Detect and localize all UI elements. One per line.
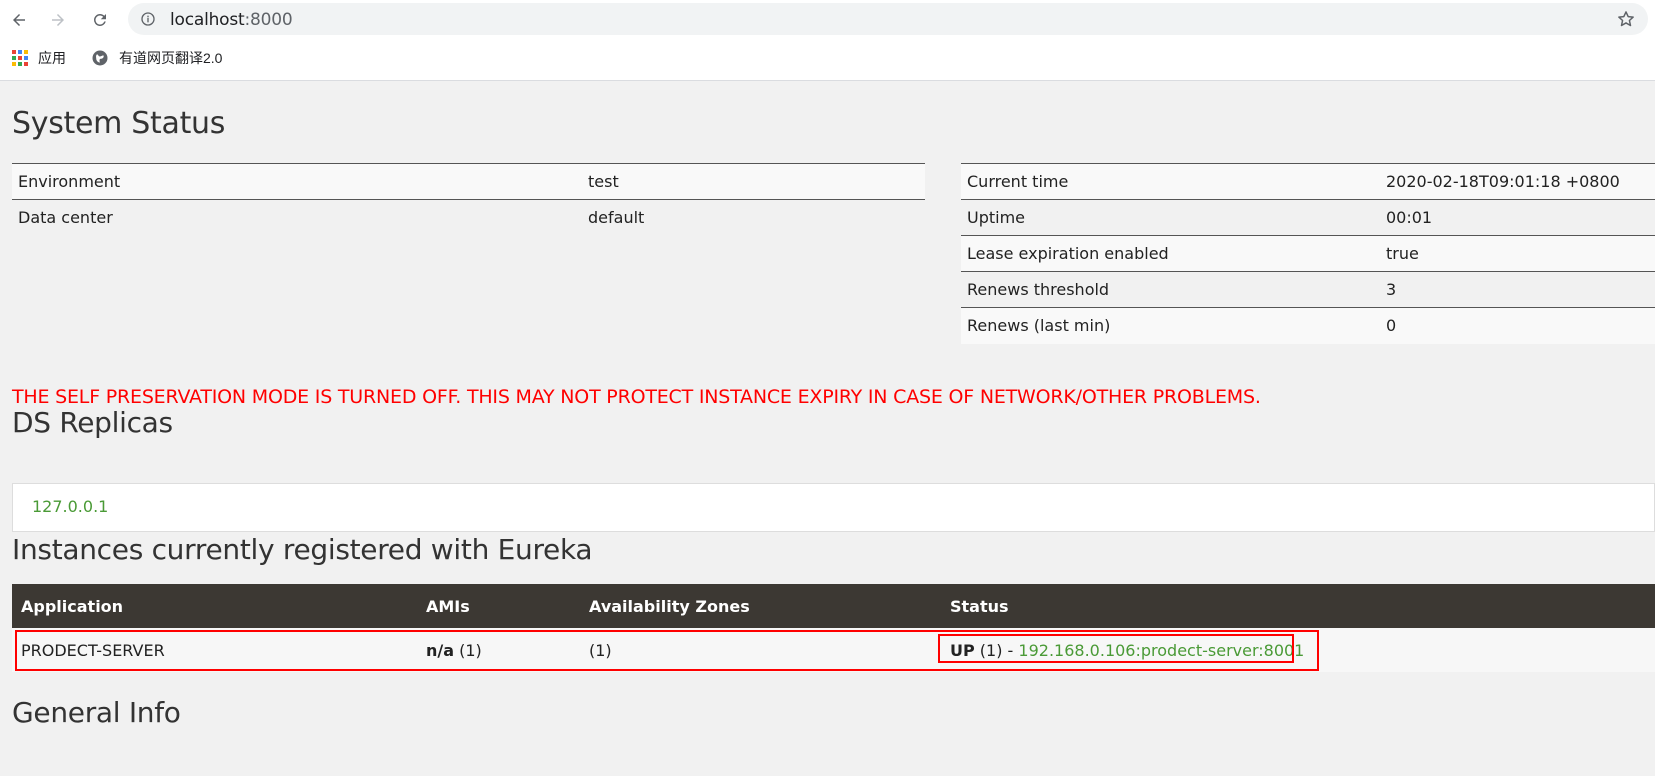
status-value: 0 — [1380, 307, 1655, 344]
status-key: Lease expiration enabled — [961, 235, 1380, 272]
replica-link[interactable]: 127.0.0.1 — [32, 497, 108, 516]
table-row: Renews (last min) 0 — [961, 307, 1655, 344]
status-count: (1) - — [974, 640, 1019, 660]
status-value: 2020-02-18T09:01:18 +0800 — [1380, 163, 1655, 200]
column-header-application: Application — [12, 584, 417, 628]
apps-grid-icon — [12, 50, 28, 66]
table-row: Uptime 00:01 — [961, 199, 1655, 236]
status-value: 3 — [1380, 271, 1655, 308]
bookmark-label: 有道网页翻译2.0 — [119, 50, 223, 66]
system-status-left-table: Environment test Data center default — [12, 163, 925, 236]
amis-value: n/a — [426, 640, 455, 660]
star-icon[interactable] — [1616, 9, 1636, 29]
system-status-title: System Status — [12, 106, 226, 141]
column-header-amis: AMIs — [417, 584, 580, 628]
status-key: Renews threshold — [961, 271, 1380, 308]
bookmark-youdao[interactable]: 有道网页翻译2.0 — [91, 48, 222, 68]
reload-button[interactable] — [86, 6, 114, 34]
url-text[interactable]: localhost:8000 — [170, 10, 293, 30]
table-row: Environment test — [12, 163, 925, 200]
instances-table: Application AMIs Availability Zones Stat… — [12, 584, 1655, 672]
instance-link[interactable]: 192.168.0.106:prodect-server:8001 — [1018, 641, 1304, 660]
status-key: Current time — [961, 163, 1380, 200]
table-header-row: Application AMIs Availability Zones Stat… — [12, 584, 1655, 628]
self-preservation-warning: THE SELF PRESERVATION MODE IS TURNED OFF… — [12, 386, 1261, 408]
status-key: Data center — [12, 199, 582, 236]
table-row: PRODECT-SERVER n/a (1) (1) UP (1) - 192.… — [12, 628, 1655, 672]
table-row: Renews threshold 3 — [961, 271, 1655, 308]
ds-replicas-list: 127.0.0.1 — [12, 483, 1655, 532]
arrow-left-icon — [13, 14, 25, 26]
browser-chrome: localhost:8000 应用 有道网页翻译2.0 — [0, 0, 1655, 81]
amis-count: (1) — [454, 640, 482, 660]
application-cell: PRODECT-SERVER — [12, 628, 417, 672]
status-value: test — [582, 163, 925, 200]
amis-cell: n/a (1) — [417, 628, 580, 672]
zones-cell: (1) — [580, 628, 941, 672]
status-value: default — [582, 199, 925, 236]
bookmark-label: 应用 — [38, 50, 66, 66]
bookmarks-bar: 应用 有道网页翻译2.0 — [0, 45, 1655, 73]
bookmark-apps[interactable]: 应用 — [12, 48, 66, 68]
arrow-right-icon — [52, 14, 64, 26]
table-row: Data center default — [12, 199, 925, 236]
globe-icon — [92, 50, 108, 66]
instances-title: Instances currently registered with Eure… — [12, 533, 593, 566]
status-cell: UP (1) - 192.168.0.106:prodect-server:80… — [941, 628, 1655, 672]
ds-replicas-title: DS Replicas — [12, 406, 173, 439]
url-host: localhost — [170, 10, 245, 30]
column-header-status: Status — [941, 584, 1655, 628]
back-button[interactable] — [5, 6, 33, 34]
general-info-title: General Info — [12, 696, 181, 729]
system-status-right-table: Current time 2020-02-18T09:01:18 +0800 U… — [961, 163, 1655, 344]
status-key: Uptime — [961, 199, 1380, 236]
status-value: true — [1380, 235, 1655, 272]
status-key: Environment — [12, 163, 582, 200]
forward-button[interactable] — [44, 6, 72, 34]
status-key: Renews (last min) — [961, 307, 1380, 344]
reload-icon — [93, 13, 106, 26]
status-value: 00:01 — [1380, 199, 1655, 236]
table-row: Lease expiration enabled true — [961, 235, 1655, 272]
url-port: :8000 — [244, 10, 293, 30]
info-icon[interactable] — [140, 11, 156, 27]
address-bar[interactable]: localhost:8000 — [128, 3, 1648, 35]
table-row: Current time 2020-02-18T09:01:18 +0800 — [961, 163, 1655, 200]
column-header-zones: Availability Zones — [580, 584, 941, 628]
status-up: UP — [950, 640, 975, 660]
